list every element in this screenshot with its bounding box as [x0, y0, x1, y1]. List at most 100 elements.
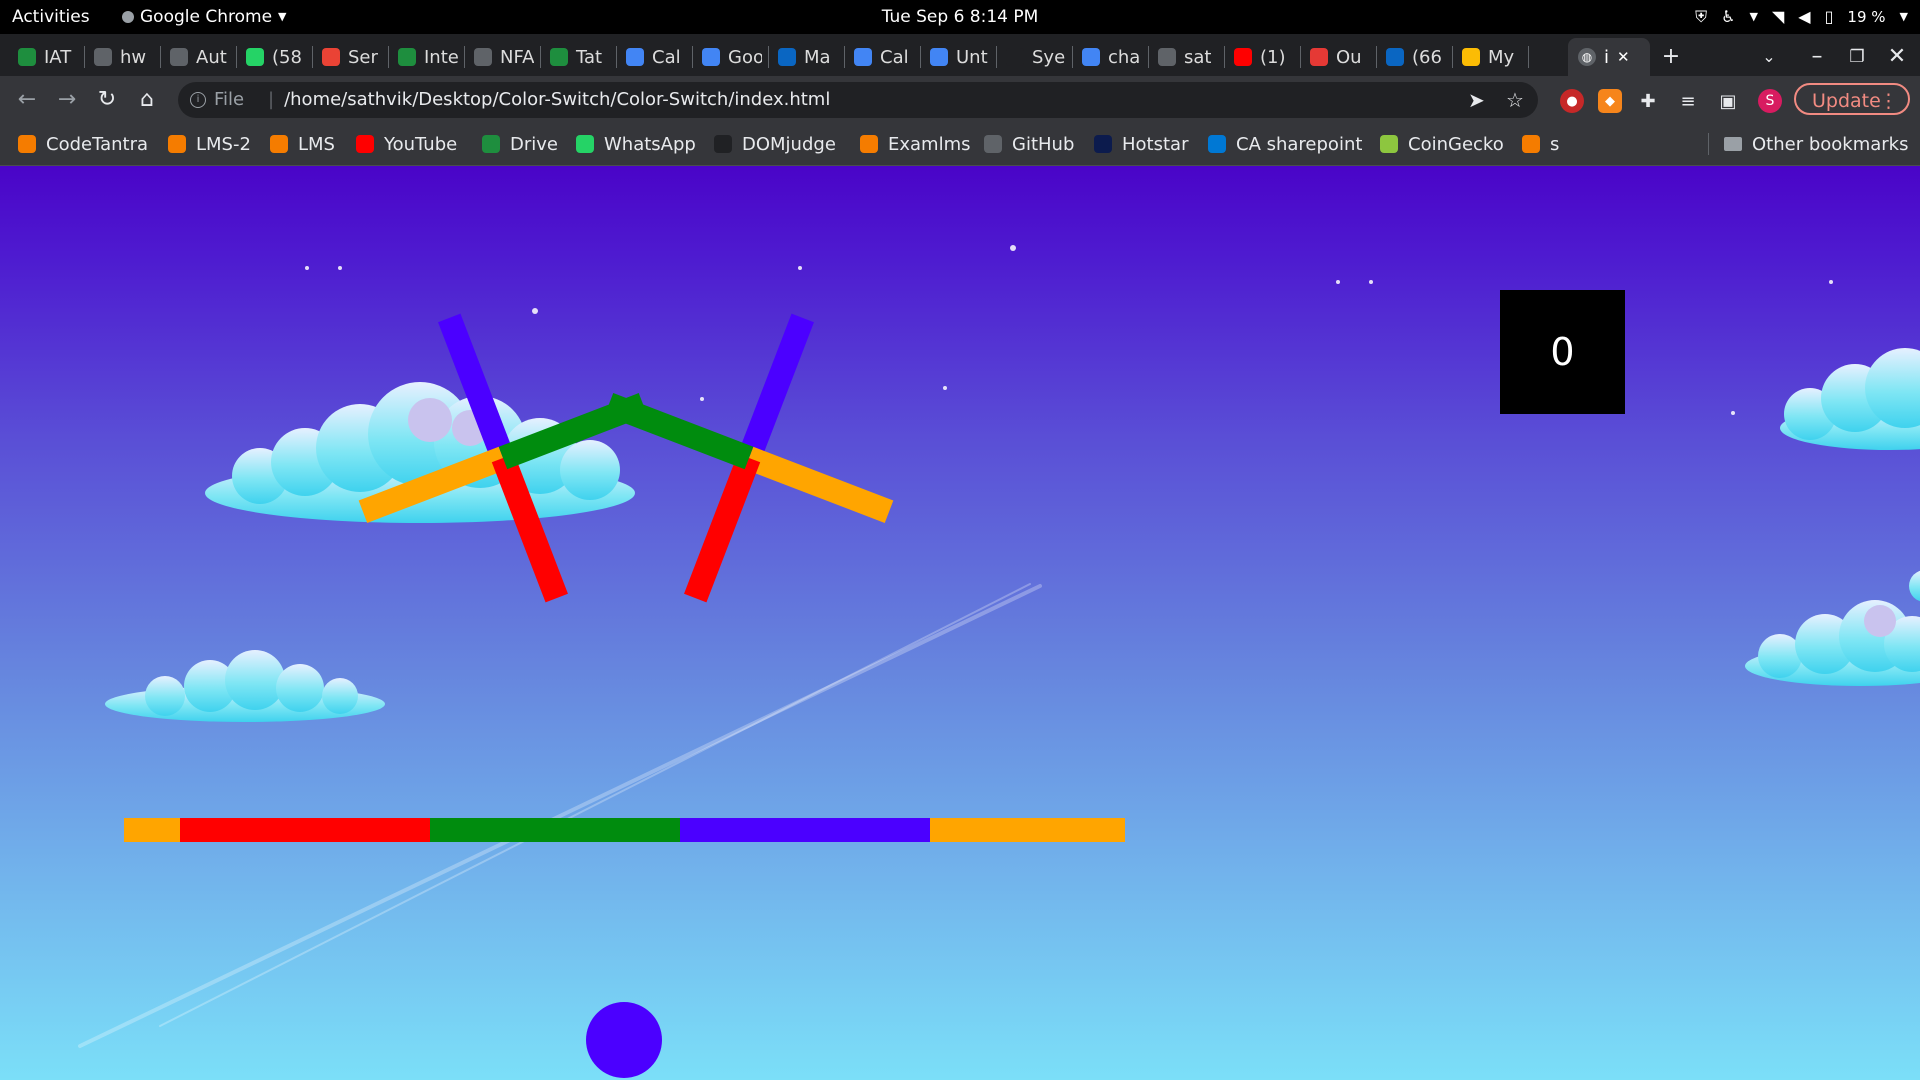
chevron-down-icon: ▼: [1749, 10, 1758, 23]
bookmark-label: CA sharepoint: [1236, 133, 1363, 155]
color-bar-obstacle: [124, 818, 1125, 842]
tab-label: i: [1604, 46, 1610, 68]
minimize-button[interactable]: –: [1800, 40, 1834, 74]
metamask-icon[interactable]: ◆: [1598, 89, 1622, 113]
tab-separator: [844, 46, 845, 68]
tab-strip: IAT hw Aut (58 Ser Inte NFA Tat Cal Goo Ma Cal Unt Sy…: [0, 34, 1920, 76]
bar-segment-red: [180, 818, 430, 842]
bookmark-codetantra[interactable]: CodeTantra: [18, 124, 148, 164]
tab-5[interactable]: Inte: [398, 40, 458, 74]
back-button[interactable]: ←: [10, 83, 44, 117]
drive-icon: [482, 135, 500, 153]
site-info-button[interactable]: i File: [190, 82, 244, 118]
tab-label: Unt: [956, 46, 988, 68]
url-value: /home/sathvik/Desktop/Color-Switch/Color…: [284, 89, 831, 110]
bookmark-ca-sharepoint[interactable]: CA sharepoint: [1208, 124, 1362, 164]
file-label: File: [214, 89, 245, 110]
docs-icon: [854, 48, 872, 66]
clock[interactable]: Tue Sep 6 8:14 PM: [0, 0, 1920, 34]
tab-13[interactable]: Sye: [1006, 40, 1066, 74]
volume-muted-icon: ◀: [1798, 7, 1811, 26]
hotstar-icon: [1094, 135, 1112, 153]
bookmark-s[interactable]: s: [1522, 124, 1559, 164]
url-text[interactable]: |/home/sathvik/Desktop/Color-Switch/Colo…: [268, 82, 830, 118]
system-top-bar: Activities Google Chrome ▼ Tue Sep 6 8:1…: [0, 0, 1920, 34]
more-menu-icon: ⋮: [1879, 90, 1898, 112]
tab-label: Ou: [1336, 46, 1362, 68]
bookmark-github[interactable]: GitHub: [984, 124, 1074, 164]
tab-9[interactable]: Goo: [702, 40, 762, 74]
cross-right-arm-green: [604, 393, 754, 470]
tab-label: Sye: [1032, 46, 1066, 68]
bookmark-lms[interactable]: LMS: [270, 124, 335, 164]
battery-icon: ▯: [1824, 7, 1834, 26]
tab-active[interactable]: ◍ i ✕: [1568, 38, 1650, 76]
record-extension-icon[interactable]: ●: [1560, 89, 1584, 113]
bookmark-hotstar[interactable]: Hotstar: [1094, 124, 1188, 164]
lms-icon: [860, 135, 878, 153]
bookmark-label: GitHub: [1012, 133, 1075, 155]
tab-2[interactable]: Aut: [170, 40, 230, 74]
tab-16[interactable]: (1): [1234, 40, 1294, 74]
address-bar[interactable]: i File |/home/sathvik/Desktop/Color-Swit…: [178, 82, 1538, 118]
tab-4[interactable]: Ser: [322, 40, 382, 74]
extensions-puzzle-icon[interactable]: ✚: [1636, 89, 1660, 113]
bookmark-drive[interactable]: Drive: [482, 124, 558, 164]
update-button[interactable]: Update ⋮: [1794, 83, 1910, 115]
bookmarks-divider: [1708, 133, 1709, 155]
home-button[interactable]: ⌂: [130, 83, 164, 117]
tab-separator: [464, 46, 465, 68]
tab-19[interactable]: My: [1462, 40, 1522, 74]
docs-icon: [626, 48, 644, 66]
bookmarks-bar: CodeTantra LMS-2 LMS YouTube Drive WhatsApp DO…: [0, 124, 1920, 166]
bookmark-coingecko[interactable]: CoinGecko: [1380, 124, 1504, 164]
bookmark-lms-2[interactable]: LMS-2: [168, 124, 251, 164]
tab-12[interactable]: Unt: [930, 40, 990, 74]
docs-icon: [930, 48, 948, 66]
s-icon: [1006, 48, 1024, 66]
tab-7[interactable]: Tat: [550, 40, 610, 74]
window-close-button[interactable]: ✕: [1880, 40, 1914, 74]
other-bookmarks[interactable]: Other bookmarks: [1724, 124, 1908, 164]
tab-8[interactable]: Cal: [626, 40, 686, 74]
cross-obstacle-right: [604, 313, 894, 603]
tab-6[interactable]: NFA: [474, 40, 534, 74]
tab-11[interactable]: Cal: [854, 40, 914, 74]
tab-0[interactable]: IAT: [18, 40, 78, 74]
forward-button[interactable]: →: [50, 83, 84, 117]
game-canvas[interactable]: 0: [0, 166, 1920, 1080]
tab-14[interactable]: cha: [1082, 40, 1142, 74]
new-tab-button[interactable]: +: [1654, 40, 1688, 74]
bookmark-label: Hotstar: [1122, 133, 1189, 155]
tab-label: hw: [120, 46, 147, 68]
update-label: Update: [1812, 90, 1881, 112]
tab-separator: [1528, 46, 1529, 68]
codetantra-icon: [1522, 135, 1540, 153]
bookmark-label: CodeTantra: [46, 133, 149, 155]
tab-label: Ma: [804, 46, 831, 68]
system-tray[interactable]: ⛨ ♿ ▼ ◥ ◀ ▯ 19 % ▼: [1695, 0, 1908, 34]
tab-1[interactable]: hw: [94, 40, 154, 74]
profile-avatar[interactable]: S: [1758, 89, 1782, 113]
tab-17[interactable]: Ou: [1310, 40, 1370, 74]
media-queue-icon[interactable]: ≡: [1676, 89, 1700, 113]
tab-10[interactable]: Ma: [778, 40, 838, 74]
tab-3[interactable]: (58: [246, 40, 306, 74]
tab-label: (66: [1412, 46, 1442, 68]
send-icon[interactable]: ➤: [1468, 82, 1485, 118]
tab-label: Goo: [728, 46, 762, 68]
bookmark-domjudge[interactable]: DOMjudge: [714, 124, 836, 164]
tab-separator: [1300, 46, 1301, 68]
tab-15[interactable]: sat: [1158, 40, 1218, 74]
close-tab-icon[interactable]: ✕: [1617, 48, 1630, 66]
bookmark-label: DOMjudge: [742, 133, 836, 155]
bookmark-star-icon[interactable]: ☆: [1506, 82, 1524, 118]
bookmark-youtube[interactable]: YouTube: [356, 124, 457, 164]
bookmark-whatsapp[interactable]: WhatsApp: [576, 124, 696, 164]
tab-search-chevron-icon[interactable]: ⌄: [1752, 40, 1786, 74]
side-panel-icon[interactable]: ▣: [1716, 89, 1740, 113]
tab-18[interactable]: (66: [1386, 40, 1446, 74]
reload-button[interactable]: ↻: [90, 83, 124, 117]
restore-button[interactable]: ❐: [1840, 40, 1874, 74]
bookmark-examlms[interactable]: Examlms: [860, 124, 971, 164]
